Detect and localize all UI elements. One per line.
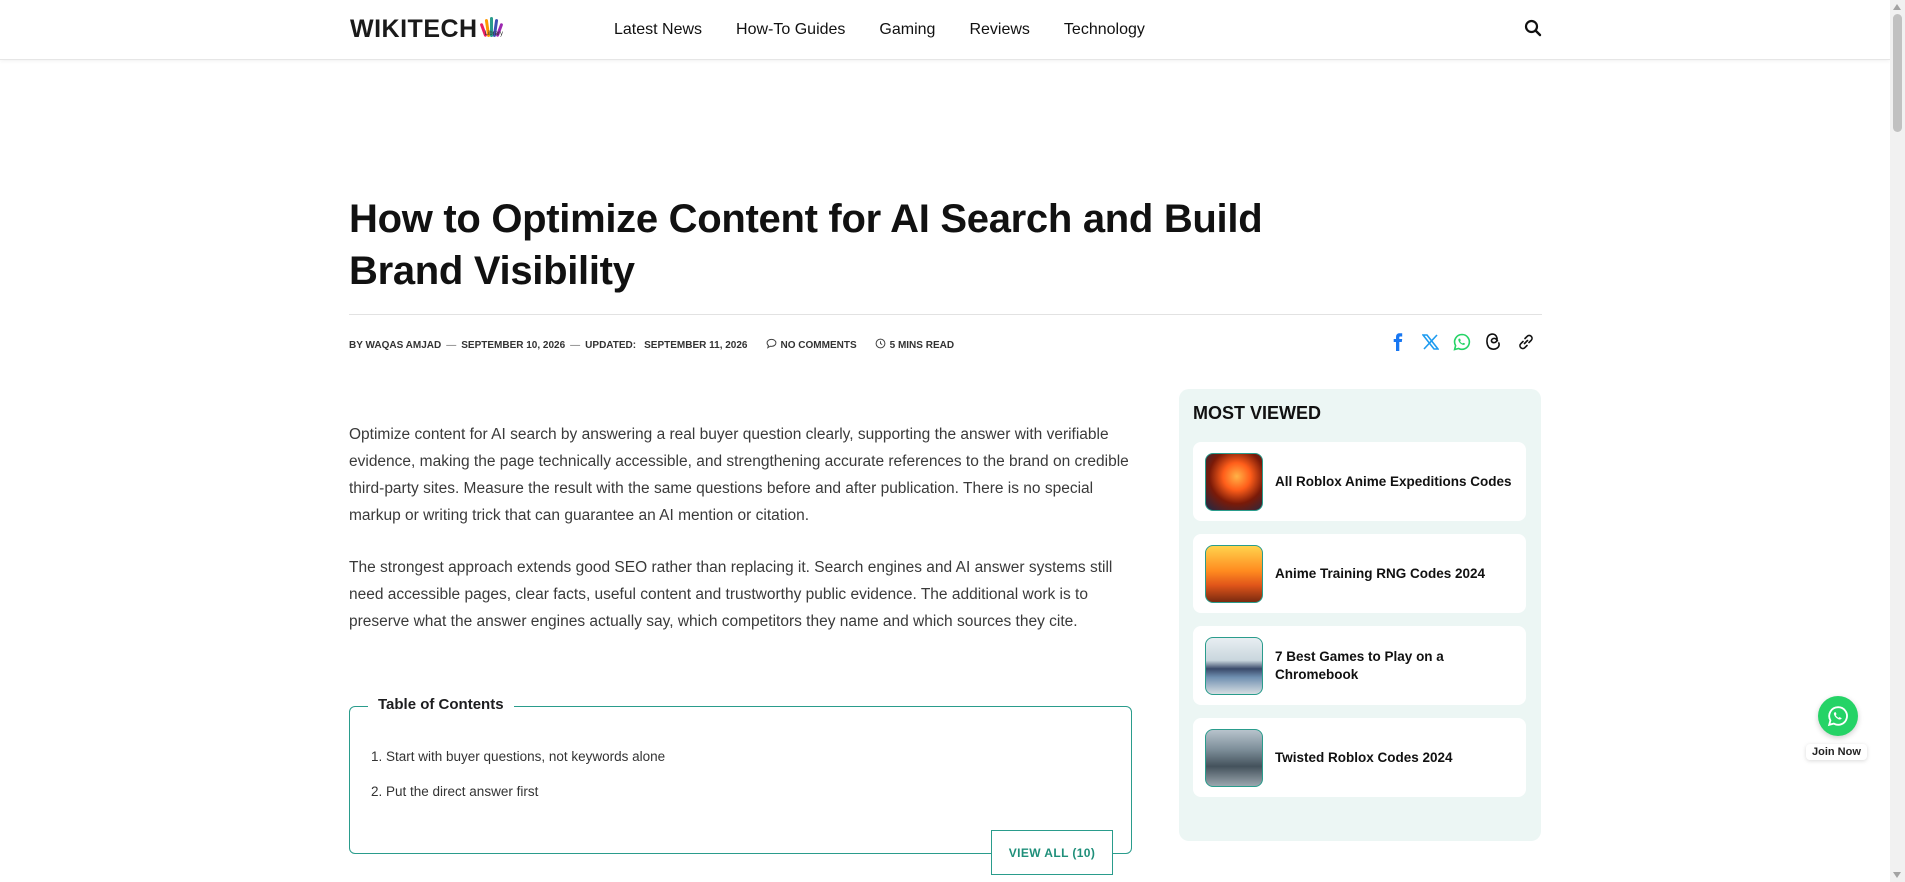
- comment-icon: [766, 338, 777, 352]
- post-title[interactable]: Twisted Roblox Codes 2024: [1275, 749, 1453, 767]
- scrollbar-thumb[interactable]: [1893, 14, 1902, 132]
- nav-technology[interactable]: Technology: [1064, 21, 1145, 39]
- article-paragraph: Optimize content for AI search by answer…: [349, 426, 1129, 524]
- post-thumbnail[interactable]: [1205, 544, 1263, 603]
- updated-date: SEPTEMBER 11, 2026: [644, 339, 748, 351]
- most-viewed-item[interactable]: All Roblox Anime Expeditions Codes: [1193, 442, 1526, 521]
- title-divider: [349, 314, 1542, 315]
- article-paragraph: The strongest approach extends good SEO …: [349, 559, 1113, 630]
- post-title[interactable]: Anime Training RNG Codes 2024: [1275, 565, 1485, 583]
- toc-view-all-button[interactable]: VIEW ALL (10): [991, 830, 1113, 875]
- share-icons: [1389, 333, 1535, 351]
- post-thumbnail[interactable]: [1205, 636, 1263, 695]
- link-icon[interactable]: [1517, 333, 1535, 351]
- site-header: WIKITECH Library Latest News How-To Guid…: [0, 0, 1890, 60]
- whatsapp-float-button[interactable]: [1818, 696, 1858, 736]
- logo-subtext: Library: [485, 31, 503, 37]
- sidebar-title: MOST VIEWED: [1193, 403, 1322, 423]
- threads-icon[interactable]: [1485, 333, 1503, 351]
- most-viewed-item[interactable]: Twisted Roblox Codes 2024: [1193, 718, 1526, 797]
- scroll-down-arrow-icon[interactable]: [1893, 872, 1901, 878]
- post-thumbnail[interactable]: [1205, 728, 1263, 787]
- nav-gaming[interactable]: Gaming: [879, 21, 935, 39]
- most-viewed-sidebar: MOST VIEWED All Roblox Anime Expeditions…: [1179, 389, 1541, 841]
- published-date: SEPTEMBER 10, 2026: [461, 339, 566, 351]
- site-logo[interactable]: WIKITECH Library: [350, 14, 503, 44]
- logo-wordmark: WIKITECH: [350, 14, 478, 43]
- article-title: How to Optimize Content for AI Search an…: [349, 197, 1263, 293]
- most-viewed-item[interactable]: 7 Best Games to Play on a Chromebook: [1193, 626, 1526, 705]
- toc-item[interactable]: 1. Start with buyer questions, not keywo…: [371, 749, 665, 764]
- meta-separator: —: [446, 339, 457, 351]
- page-scrollbar[interactable]: [1890, 0, 1905, 882]
- toc-item[interactable]: 2. Put the direct answer first: [371, 784, 538, 799]
- author-byline[interactable]: BY WAQAS AMJAD: [349, 340, 441, 351]
- read-time: 5 MINS READ: [889, 339, 955, 351]
- post-title[interactable]: All Roblox Anime Expeditions Codes: [1275, 473, 1512, 491]
- most-viewed-item[interactable]: Anime Training RNG Codes 2024: [1193, 534, 1526, 613]
- x-icon[interactable]: [1421, 333, 1439, 351]
- whatsapp-icon[interactable]: [1453, 333, 1471, 351]
- post-title[interactable]: 7 Best Games to Play on a Chromebook: [1275, 648, 1514, 684]
- table-of-contents: Table of Contents 1. Start with buyer qu…: [349, 696, 1132, 875]
- nav-reviews[interactable]: Reviews: [969, 21, 1029, 39]
- nav-how-to-guides[interactable]: How-To Guides: [736, 21, 845, 39]
- whatsapp-join-label[interactable]: Join Now: [1806, 744, 1867, 760]
- meta-separator: —: [570, 339, 581, 351]
- search-icon[interactable]: [1524, 19, 1544, 39]
- scroll-up-arrow-icon[interactable]: [1893, 4, 1901, 10]
- article-meta: BY WAQAS AMJAD — SEPTEMBER 10, 2026 — UP…: [349, 338, 954, 352]
- clock-icon: [875, 338, 886, 352]
- updated-label: UPDATED:: [585, 339, 637, 351]
- toc-title: Table of Contents: [368, 696, 514, 713]
- facebook-icon[interactable]: [1389, 333, 1407, 351]
- post-thumbnail[interactable]: [1205, 452, 1263, 511]
- comments-count[interactable]: NO COMMENTS: [781, 340, 857, 351]
- logo-mark-icon: Library: [479, 15, 503, 43]
- nav-latest-news[interactable]: Latest News: [614, 21, 702, 39]
- main-nav: Latest News How-To Guides Gaming Reviews…: [614, 0, 1145, 59]
